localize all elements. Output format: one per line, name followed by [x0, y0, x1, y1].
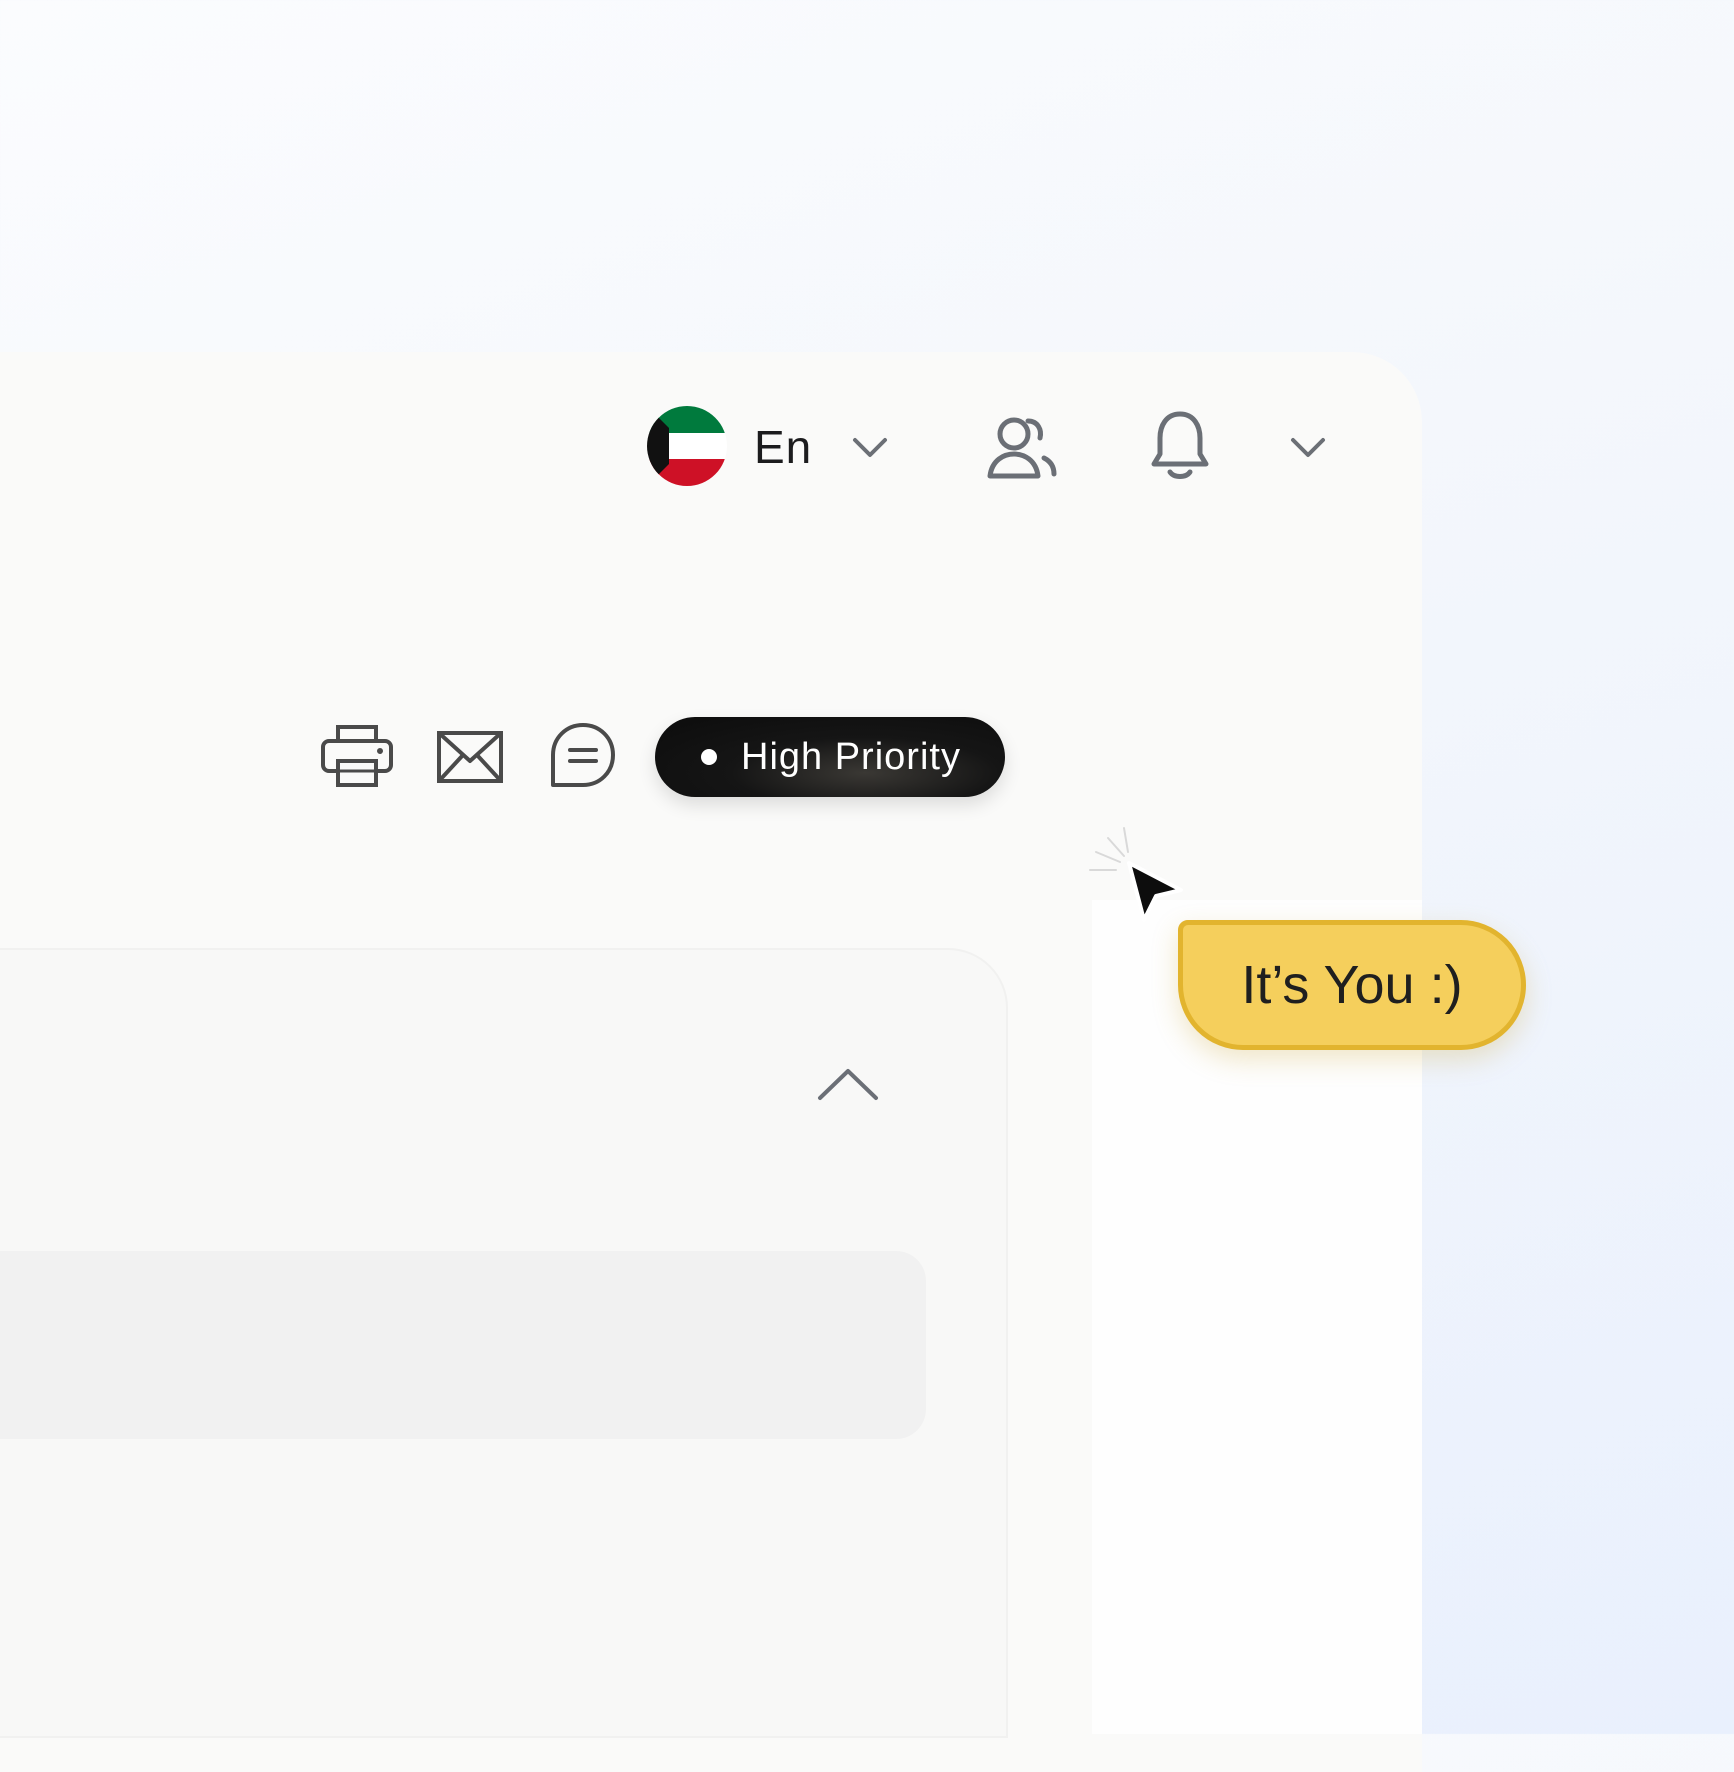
priority-label: High Priority: [741, 735, 961, 778]
cursor-label-bubble: It’s You :): [1178, 920, 1526, 1050]
mouse-cursor-icon: [1126, 860, 1186, 931]
kuwait-flag-icon[interactable]: [647, 406, 727, 486]
users-icon[interactable]: [984, 410, 1060, 482]
chat-icon[interactable]: [550, 722, 616, 793]
bell-icon[interactable]: [1148, 410, 1212, 482]
chevron-down-icon[interactable]: [1288, 428, 1328, 468]
high-priority-badge[interactable]: High Priority: [655, 717, 1005, 797]
cursor-label: It’s You :): [1241, 955, 1463, 1015]
mail-icon[interactable]: [436, 730, 504, 789]
status-dot-icon: [701, 749, 717, 765]
printer-icon[interactable]: [320, 724, 394, 793]
chevron-down-icon[interactable]: [850, 428, 890, 468]
chevron-up-icon[interactable]: [816, 1064, 880, 1104]
language-label[interactable]: En: [754, 420, 812, 474]
card-content-row: [0, 1251, 926, 1439]
